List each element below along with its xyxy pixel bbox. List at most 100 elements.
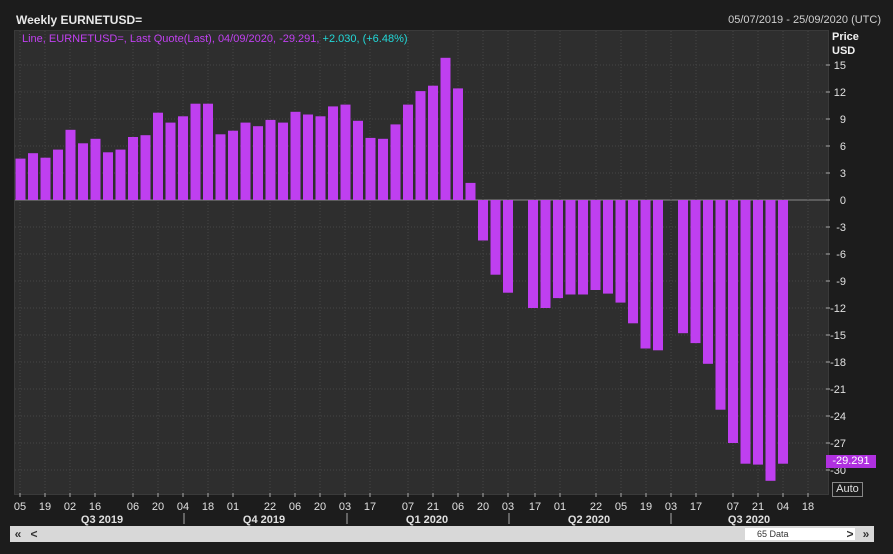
bar xyxy=(428,85,438,200)
x-tick-label: 06 xyxy=(127,501,139,513)
bar xyxy=(628,200,638,324)
bar xyxy=(540,200,551,308)
bar xyxy=(528,200,538,308)
y-tick-label: -3 xyxy=(836,222,846,234)
bar xyxy=(590,200,601,290)
y-tick-label: -15 xyxy=(830,330,846,342)
x-tick-label: 16 xyxy=(89,501,101,513)
quarter-label: Q2 2020 xyxy=(568,514,610,526)
x-tick-label: 07 xyxy=(402,501,414,513)
bar xyxy=(353,120,363,200)
x-tick-label: 20 xyxy=(314,501,326,513)
y-tick-label: -27 xyxy=(830,438,846,450)
bar xyxy=(553,200,563,299)
bar xyxy=(715,200,726,410)
y-tick-label: 3 xyxy=(840,168,846,180)
bar xyxy=(453,88,463,200)
bar-chart: 15129630-3-6-9-12-15-18-21-24-27-3005 19 0… xyxy=(14,31,846,526)
x-tick-label: 03 xyxy=(502,501,514,513)
x-tick-label: 17 xyxy=(690,501,702,513)
bar xyxy=(278,122,288,200)
x-tick-label: 04 xyxy=(177,501,189,513)
bar xyxy=(578,200,588,295)
bar xyxy=(328,106,338,200)
x-tick-label: 06 xyxy=(289,501,301,513)
last-value-badge: -29.291 xyxy=(826,455,876,468)
x-tick-label: 05 xyxy=(615,501,627,513)
bar xyxy=(403,104,413,200)
bar xyxy=(778,200,788,464)
bar xyxy=(415,91,426,200)
bar xyxy=(465,182,476,200)
quarter-label: Q1 2020 xyxy=(406,514,448,526)
bar xyxy=(303,114,313,200)
x-tick-label: 05 xyxy=(14,501,26,513)
time-scrollbar[interactable]: « < 65 Data > » xyxy=(10,526,874,542)
bar xyxy=(703,200,713,364)
quarter-label: Q3 2019 xyxy=(81,514,123,526)
bar xyxy=(178,116,188,200)
bar xyxy=(653,200,663,351)
y-tick-label: 15 xyxy=(834,60,846,72)
legend-change: +2.030, (+6.48%) xyxy=(322,33,408,45)
y-tick-label: 0 xyxy=(840,195,846,207)
y-tick-label: -9 xyxy=(836,276,846,288)
bar xyxy=(340,104,351,200)
y-axis-title-price: Price xyxy=(832,31,859,43)
auto-scale-button[interactable]: Auto xyxy=(832,482,863,497)
x-tick-label: 19 xyxy=(39,501,51,513)
y-tick-label: -24 xyxy=(830,411,846,423)
x-tick-label: 07 xyxy=(727,501,739,513)
bar xyxy=(78,143,88,200)
legend: Line, EURNETUSD=, Last Quote(Last), 04/0… xyxy=(22,33,408,45)
x-tick-label: 01 xyxy=(554,501,566,513)
data-count-thumb[interactable]: 65 Data xyxy=(745,528,855,540)
x-tick-label: 01 xyxy=(227,501,239,513)
bar xyxy=(565,200,576,295)
quarter-label: Q3 2020 xyxy=(728,514,770,526)
x-tick-label: 03 xyxy=(665,501,677,513)
x-tick-label: 18 xyxy=(202,501,214,513)
bar xyxy=(240,122,251,200)
bar xyxy=(390,124,401,200)
x-tick-label: 03 xyxy=(339,501,351,513)
bar xyxy=(265,119,276,200)
x-tick-label: 21 xyxy=(752,501,764,513)
scroll-first-button[interactable]: « xyxy=(10,526,26,542)
bar xyxy=(253,126,263,200)
y-tick-label: -18 xyxy=(830,357,846,369)
x-tick-label: 20 xyxy=(477,501,489,513)
scroll-last-button[interactable]: » xyxy=(858,526,874,542)
bar xyxy=(678,200,688,334)
x-tick-label: 06 xyxy=(452,501,464,513)
y-axis-title-usd: USD xyxy=(832,45,856,57)
scroll-next-button[interactable]: > xyxy=(842,526,858,542)
bar xyxy=(203,103,213,200)
bar xyxy=(478,200,488,241)
bar xyxy=(615,200,626,303)
bar xyxy=(440,57,451,200)
x-tick-label: 02 xyxy=(64,501,76,513)
bar xyxy=(640,200,651,349)
bar xyxy=(603,200,613,294)
bar xyxy=(103,152,113,200)
bar xyxy=(378,138,388,200)
bar xyxy=(115,149,126,200)
bar xyxy=(15,158,26,200)
scroll-prev-button[interactable]: < xyxy=(26,526,42,542)
x-tick-label: 22 xyxy=(264,501,276,513)
bar xyxy=(765,200,776,481)
bar xyxy=(503,200,513,293)
bar xyxy=(153,112,163,200)
x-tick-label: 17 xyxy=(529,501,541,513)
bar xyxy=(728,200,738,443)
y-tick-label: -12 xyxy=(830,303,846,315)
bar xyxy=(190,103,201,200)
bar xyxy=(753,200,763,465)
y-tick-label: 12 xyxy=(834,87,846,99)
bar xyxy=(215,134,226,200)
bar xyxy=(140,135,151,200)
y-tick-label: -6 xyxy=(836,249,846,261)
bar xyxy=(228,130,238,200)
legend-series: Line, EURNETUSD=, Last Quote(Last), 04/0… xyxy=(22,33,320,45)
